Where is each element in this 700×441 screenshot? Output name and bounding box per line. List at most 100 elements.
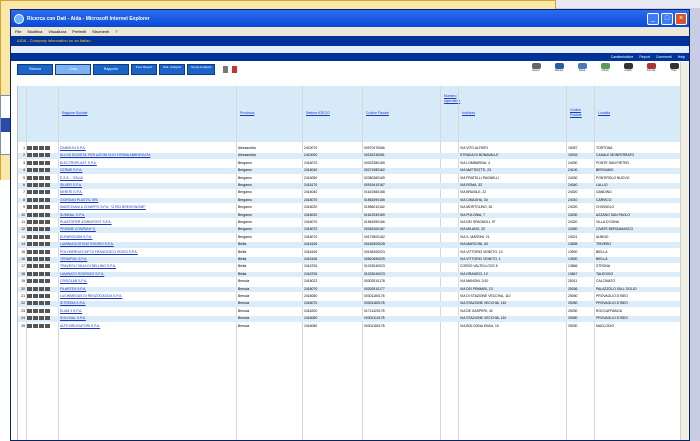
company-name-link[interactable]: SUMINAL S.P.A. bbox=[60, 213, 232, 219]
col-header-sector[interactable]: Settore ATECO bbox=[306, 111, 330, 115]
print-icon[interactable] bbox=[39, 183, 44, 187]
folder-icon[interactable] bbox=[45, 183, 50, 187]
print-icon[interactable] bbox=[39, 279, 44, 284]
folder-icon[interactable] bbox=[45, 316, 50, 321]
tab-ricerca[interactable]: Ricerca bbox=[17, 63, 53, 75]
folder-icon[interactable] bbox=[45, 279, 50, 284]
folder-icon[interactable] bbox=[45, 212, 50, 217]
company-name-link[interactable]: MANTOVANI & CHIAPPO S.P.A. "G.RIO BREVIG… bbox=[60, 205, 232, 211]
checkbox-icon[interactable] bbox=[27, 146, 32, 150]
folder-icon[interactable] bbox=[45, 220, 50, 224]
folder-icon[interactable] bbox=[45, 227, 50, 232]
print-icon[interactable] bbox=[39, 153, 44, 158]
row-action-icons[interactable] bbox=[27, 242, 50, 247]
row-action-icons[interactable] bbox=[27, 234, 50, 239]
save-icon[interactable]: Salva bbox=[573, 63, 591, 74]
folder-icon[interactable] bbox=[45, 197, 50, 202]
company-name-link[interactable]: LAMINATO RODRIGO S.P.A. bbox=[60, 272, 232, 278]
folder-icon[interactable] bbox=[45, 308, 50, 313]
sort-icon[interactable] bbox=[232, 65, 238, 73]
folder-icon[interactable] bbox=[45, 168, 50, 173]
view-icon[interactable] bbox=[33, 197, 38, 202]
folder-icon[interactable] bbox=[45, 234, 50, 239]
company-name-link[interactable]: GIORDAN PLASTIC SRL bbox=[60, 198, 232, 204]
view-icon[interactable] bbox=[33, 323, 38, 328]
row-action-icons[interactable] bbox=[27, 220, 50, 224]
col-header-taxcode[interactable]: Codice Fiscale bbox=[366, 111, 389, 115]
table-row[interactable]: 5 E.S.A. - ITALIA Bergamo 2416050 0238036016… bbox=[18, 175, 685, 182]
table-row[interactable]: 1 DANIELIN S.P.A. Alessandria 2410070 009704… bbox=[18, 146, 685, 152]
view-icon[interactable] bbox=[33, 271, 38, 276]
menu-favorites[interactable]: Preferiti bbox=[72, 29, 86, 34]
company-name-link[interactable]: DANIELIN S.P.A. bbox=[60, 146, 232, 152]
company-name-link[interactable]: NERITE S.P.A. bbox=[60, 190, 232, 196]
table-row[interactable]: 24 SOLVIVAL S.P.A. Brescia 2416060 003021101… bbox=[18, 316, 685, 322]
checkbox-icon[interactable] bbox=[27, 286, 32, 291]
checkbox-icon[interactable] bbox=[27, 294, 32, 298]
view-icon[interactable] bbox=[33, 308, 38, 313]
company-name-link[interactable]: PRISMIE COMPANY S. bbox=[60, 227, 232, 233]
company-name-link[interactable]: LAMINIAGOSTINO RODRIO S.P.A. bbox=[60, 242, 232, 248]
company-name-link[interactable]: FILARTEX S.P.A. bbox=[60, 287, 232, 293]
checkbox-icon[interactable] bbox=[27, 257, 32, 261]
view-icon[interactable] bbox=[33, 279, 38, 284]
folder-icon[interactable] bbox=[45, 249, 50, 254]
view-icon[interactable] bbox=[33, 264, 38, 269]
col-header-cap[interactable]: Codice Postale bbox=[570, 108, 588, 117]
row-action-icons[interactable] bbox=[27, 264, 50, 269]
view-icon[interactable] bbox=[33, 286, 38, 291]
checkbox-icon[interactable] bbox=[27, 323, 32, 328]
table-row[interactable]: 7 NERITE S.P.A. Bergamo 2416040 01619360168 V… bbox=[18, 190, 685, 196]
tab-rapporto[interactable]: Rapporto bbox=[93, 63, 129, 75]
checkbox-icon[interactable] bbox=[27, 153, 32, 158]
row-action-icons[interactable] bbox=[27, 153, 50, 158]
nav-commenti[interactable]: Commenti bbox=[656, 55, 672, 59]
company-name-link[interactable]: CERME S.P.A. bbox=[60, 168, 232, 174]
view-icon[interactable] bbox=[33, 220, 38, 224]
print-icon[interactable] bbox=[39, 264, 44, 269]
print-icon[interactable] bbox=[39, 249, 44, 254]
folder-icon[interactable] bbox=[45, 205, 50, 210]
row-action-icons[interactable] bbox=[27, 271, 50, 276]
row-action-icons[interactable] bbox=[27, 316, 50, 321]
checkbox-icon[interactable] bbox=[27, 160, 32, 165]
view-icon[interactable] bbox=[33, 294, 38, 298]
view-icon[interactable] bbox=[33, 153, 38, 158]
checkbox-icon[interactable] bbox=[27, 205, 32, 210]
checkbox-icon[interactable] bbox=[27, 227, 32, 232]
print-icon[interactable] bbox=[39, 257, 44, 261]
row-action-icons[interactable] bbox=[27, 301, 50, 306]
print-icon[interactable] bbox=[39, 294, 44, 298]
company-name-link[interactable]: ALLOS SOCIETA' PER AZIONI DI IN FORMA AB… bbox=[60, 153, 232, 159]
row-action-icons[interactable] bbox=[27, 175, 50, 180]
menu-view[interactable]: Visualizza bbox=[48, 29, 66, 34]
table-row[interactable]: 15 POLYMERIVA DOP DI FRANCESCO ROSSI S.P.… bbox=[18, 249, 685, 256]
row-action-icons[interactable] bbox=[27, 212, 50, 217]
print-icon[interactable] bbox=[39, 271, 44, 276]
table-row[interactable]: 25 ALFE BRUCIATORI S.P.A. Brescia 2416080 00… bbox=[18, 323, 685, 330]
checkbox-icon[interactable] bbox=[27, 212, 32, 217]
print-icon[interactable] bbox=[39, 316, 44, 321]
table-row[interactable]: 18 LAMINATO RODRIGO S.P.A. Biella 2416706 01… bbox=[18, 271, 685, 278]
table-row[interactable]: 23 ELAM 3 S.P.A. Brescia 2416200 01711420178… bbox=[18, 308, 685, 315]
company-name-link[interactable]: ELECTROPLAST S.P.A. bbox=[60, 161, 232, 167]
row-action-icons[interactable] bbox=[27, 205, 50, 210]
table-row[interactable]: 13 ELEMRODOM S.P.A. Bergamo 2416070 00173500… bbox=[18, 234, 685, 241]
folder-icon[interactable] bbox=[45, 271, 50, 276]
col-header-name[interactable]: Ragione Sociale bbox=[62, 111, 88, 115]
folder-icon[interactable] bbox=[45, 190, 50, 195]
col-header-locality[interactable]: Località bbox=[598, 111, 610, 115]
export-icon[interactable]: Export bbox=[527, 63, 545, 74]
print-icon[interactable] bbox=[39, 160, 44, 165]
company-name-link[interactable]: PLASTOPER & BRIXPOST S.P.A. bbox=[60, 220, 232, 226]
company-name-link[interactable]: LUCHIMEGAS DI RENZOGASCIA S.P.A. bbox=[60, 294, 232, 300]
company-name-link[interactable]: SILVER S.P.A. bbox=[60, 183, 232, 189]
print-icon[interactable] bbox=[39, 205, 44, 210]
view-icon[interactable] bbox=[33, 175, 38, 180]
view-icon[interactable] bbox=[33, 168, 38, 173]
nav-caratteristiche[interactable]: Caratteristiche bbox=[611, 55, 634, 59]
folder-icon[interactable] bbox=[45, 257, 50, 261]
row-action-icons[interactable] bbox=[27, 168, 50, 173]
checkbox-icon[interactable] bbox=[27, 301, 32, 306]
nav-report[interactable]: Report bbox=[639, 55, 650, 59]
